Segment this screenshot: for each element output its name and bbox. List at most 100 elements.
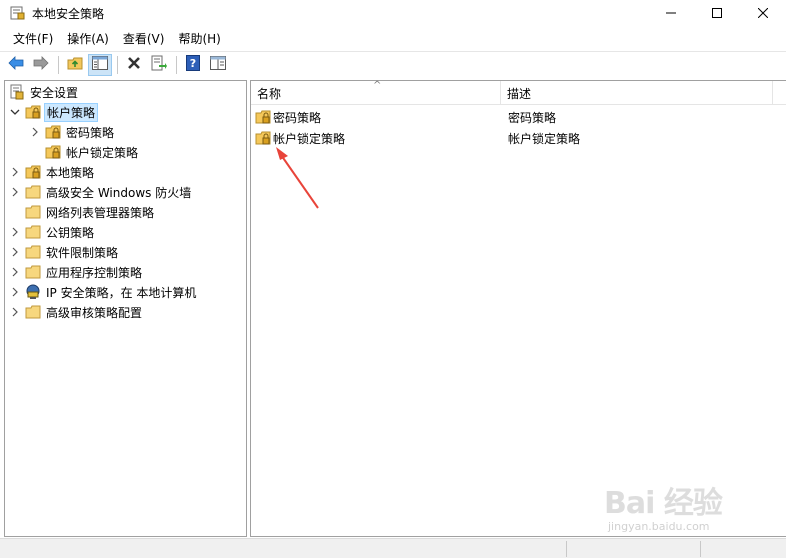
- locked-folder-icon: [45, 144, 61, 160]
- maximize-button[interactable]: [694, 0, 740, 26]
- forward-button[interactable]: [29, 54, 53, 76]
- up-one-level-button[interactable]: [63, 54, 87, 76]
- show-hide-tree-icon: [92, 56, 108, 73]
- toolbar-separator: [117, 55, 118, 74]
- tree-item-software-restriction[interactable]: 软件限制策略: [9, 242, 120, 262]
- up-folder-icon: [67, 55, 83, 74]
- navigation-tree-pane[interactable]: 安全设置 帐户策略 密码策略 帐户锁定策略 本地策略 高级安全 Windows …: [4, 80, 247, 537]
- column-header-name[interactable]: 名称 ^: [251, 80, 501, 105]
- tree-item-advanced-audit[interactable]: 高级审核策略配置: [9, 302, 144, 322]
- tree-root-security-settings[interactable]: 安全设置: [9, 82, 80, 102]
- watermark-logo: Bai 经验: [604, 486, 723, 521]
- delete-x-icon: [127, 56, 141, 73]
- tree-item-account-policies[interactable]: 帐户策略: [9, 102, 99, 122]
- chevron-right-icon[interactable]: [9, 186, 21, 198]
- chevron-right-icon[interactable]: [9, 266, 21, 278]
- list-column-header: 名称 ^ 描述: [251, 80, 786, 105]
- chevron-down-icon[interactable]: [9, 106, 21, 118]
- chevron-right-icon[interactable]: [9, 226, 21, 238]
- folder-icon: [25, 204, 41, 220]
- locked-folder-icon: [255, 130, 271, 146]
- locked-folder-icon: [25, 164, 41, 180]
- tree-item-label: 软件限制策略: [46, 245, 119, 260]
- window-title: 本地安全策略: [32, 7, 105, 21]
- list-item-desc: 帐户锁定策略: [508, 131, 581, 146]
- close-button[interactable]: [740, 0, 786, 26]
- chevron-right-icon[interactable]: [9, 286, 21, 298]
- properties-button[interactable]: [206, 54, 230, 76]
- tree-item-windows-firewall[interactable]: 高级安全 Windows 防火墙: [9, 182, 193, 202]
- chevron-right-icon[interactable]: [29, 126, 41, 138]
- list-item-account-lockout-policy[interactable]: 帐户锁定策略: [255, 128, 345, 148]
- column-desc-label: 描述: [507, 86, 532, 101]
- properties-icon: [210, 56, 226, 73]
- tree-item-label: 高级安全 Windows 防火墙: [46, 185, 192, 200]
- minimize-button[interactable]: [648, 0, 694, 26]
- sort-ascending-icon: ^: [373, 80, 382, 91]
- list-item-description: 帐户锁定策略: [508, 128, 580, 148]
- tree-item-label: 密码策略: [66, 125, 115, 140]
- toolbar: ?: [0, 51, 786, 77]
- menu-file[interactable]: 文件(F): [6, 28, 60, 48]
- tree-item-label: 应用程序控制策略: [46, 265, 143, 280]
- title-bar: 本地安全策略: [0, 0, 786, 26]
- export-list-icon: [151, 55, 167, 74]
- show-hide-tree-button[interactable]: [88, 53, 112, 76]
- menu-bar: 文件(F) 操作(A) 查看(V) 帮助(H): [0, 28, 786, 48]
- chevron-right-icon[interactable]: [9, 166, 21, 178]
- list-item-name: 密码策略: [273, 110, 322, 125]
- column-header-description[interactable]: 描述: [501, 81, 773, 105]
- details-list-pane[interactable]: 名称 ^ 描述 密码策略 密码策略 帐户锁定策略 帐户锁定策略: [250, 80, 786, 537]
- tree-item-label: 帐户锁定策略: [66, 145, 139, 160]
- locked-folder-icon: [255, 109, 271, 125]
- help-button[interactable]: ?: [181, 54, 205, 76]
- security-settings-icon: [9, 84, 25, 100]
- back-arrow-icon: [8, 56, 24, 73]
- delete-button[interactable]: [122, 54, 146, 76]
- tree-item-label: IP 安全策略，在 本地计算机: [46, 285, 197, 300]
- toolbar-separator: [58, 55, 59, 74]
- tree-item-network-list-manager[interactable]: 网络列表管理器策略: [25, 202, 156, 222]
- tree-root-label: 安全设置: [30, 85, 79, 100]
- tree-item-application-control[interactable]: 应用程序控制策略: [9, 262, 144, 282]
- list-item-desc: 密码策略: [508, 110, 557, 125]
- chevron-right-icon[interactable]: [9, 306, 21, 318]
- tree-item-label: 网络列表管理器策略: [46, 205, 155, 220]
- menu-view[interactable]: 查看(V): [116, 28, 172, 48]
- baidu-jingyan-watermark: Bai 经验 jingyan.baidu.com: [604, 478, 754, 538]
- back-button[interactable]: [4, 54, 28, 76]
- toolbar-separator: [176, 55, 177, 74]
- tree-item-label: 高级审核策略配置: [46, 305, 143, 320]
- column-name-label: 名称: [257, 86, 282, 101]
- watermark-url: jingyan.baidu.com: [608, 520, 710, 533]
- forward-arrow-icon: [33, 56, 49, 73]
- tree-item-local-policies[interactable]: 本地策略: [9, 162, 96, 182]
- tree-item-password-policy[interactable]: 密码策略: [29, 122, 116, 142]
- locked-folder-icon: [25, 104, 41, 120]
- folder-icon: [25, 304, 41, 320]
- folder-icon: [25, 184, 41, 200]
- security-policy-app-icon: [10, 5, 25, 20]
- chevron-right-icon[interactable]: [9, 246, 21, 258]
- tree-item-account-lockout-policy[interactable]: 帐户锁定策略: [45, 142, 140, 162]
- menu-action[interactable]: 操作(A): [60, 28, 116, 48]
- folder-icon: [25, 224, 41, 240]
- locked-folder-icon: [45, 124, 61, 140]
- status-bar: [0, 538, 786, 558]
- list-item-description: 密码策略: [508, 107, 556, 127]
- folder-icon: [25, 264, 41, 280]
- status-divider: [566, 541, 567, 557]
- list-item-password-policy[interactable]: 密码策略: [255, 107, 321, 127]
- help-icon: ?: [186, 55, 200, 74]
- svg-text:?: ?: [190, 57, 196, 70]
- tree-item-label: 本地策略: [46, 165, 95, 180]
- tree-item-public-key-policies[interactable]: 公钥策略: [9, 222, 96, 242]
- folder-icon: [25, 244, 41, 260]
- ip-security-computer-icon: [25, 284, 41, 300]
- export-list-button[interactable]: [147, 54, 171, 76]
- list-item-name: 帐户锁定策略: [273, 131, 346, 146]
- tree-item-ip-security[interactable]: IP 安全策略，在 本地计算机: [9, 282, 198, 302]
- menu-help[interactable]: 帮助(H): [171, 28, 227, 48]
- status-divider: [700, 541, 701, 557]
- tree-item-label: 公钥策略: [46, 225, 95, 240]
